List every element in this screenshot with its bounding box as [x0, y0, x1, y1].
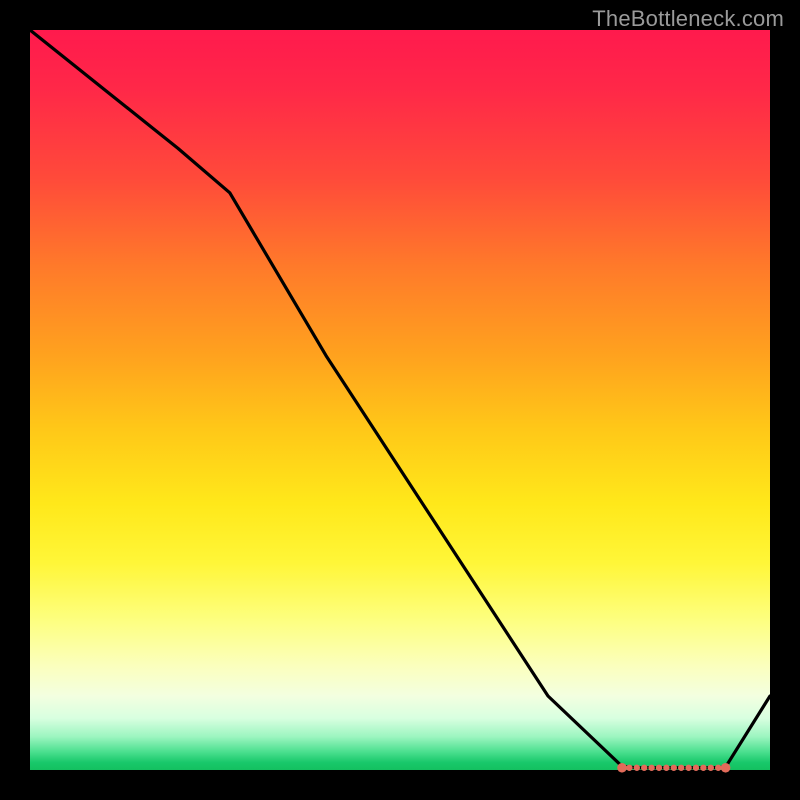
flat-marker	[634, 765, 640, 771]
flat-marker	[641, 765, 647, 771]
flat-marker	[708, 765, 714, 771]
watermark-text: TheBottleneck.com	[592, 6, 784, 32]
flat-marker	[678, 765, 684, 771]
flat-marker-end	[721, 763, 731, 773]
chart-frame: TheBottleneck.com	[0, 0, 800, 800]
flat-marker	[663, 765, 669, 771]
flat-marker	[685, 765, 691, 771]
flat-marker	[700, 765, 706, 771]
plot-area	[30, 30, 770, 770]
flat-segment-markers	[617, 763, 730, 773]
flat-marker-end	[617, 763, 627, 773]
flat-marker	[656, 765, 662, 771]
series-line	[30, 30, 770, 768]
flat-marker	[648, 765, 654, 771]
chart-svg	[30, 30, 770, 770]
flat-marker	[671, 765, 677, 771]
flat-marker	[715, 765, 721, 771]
flat-marker	[693, 765, 699, 771]
flat-marker	[626, 765, 632, 771]
